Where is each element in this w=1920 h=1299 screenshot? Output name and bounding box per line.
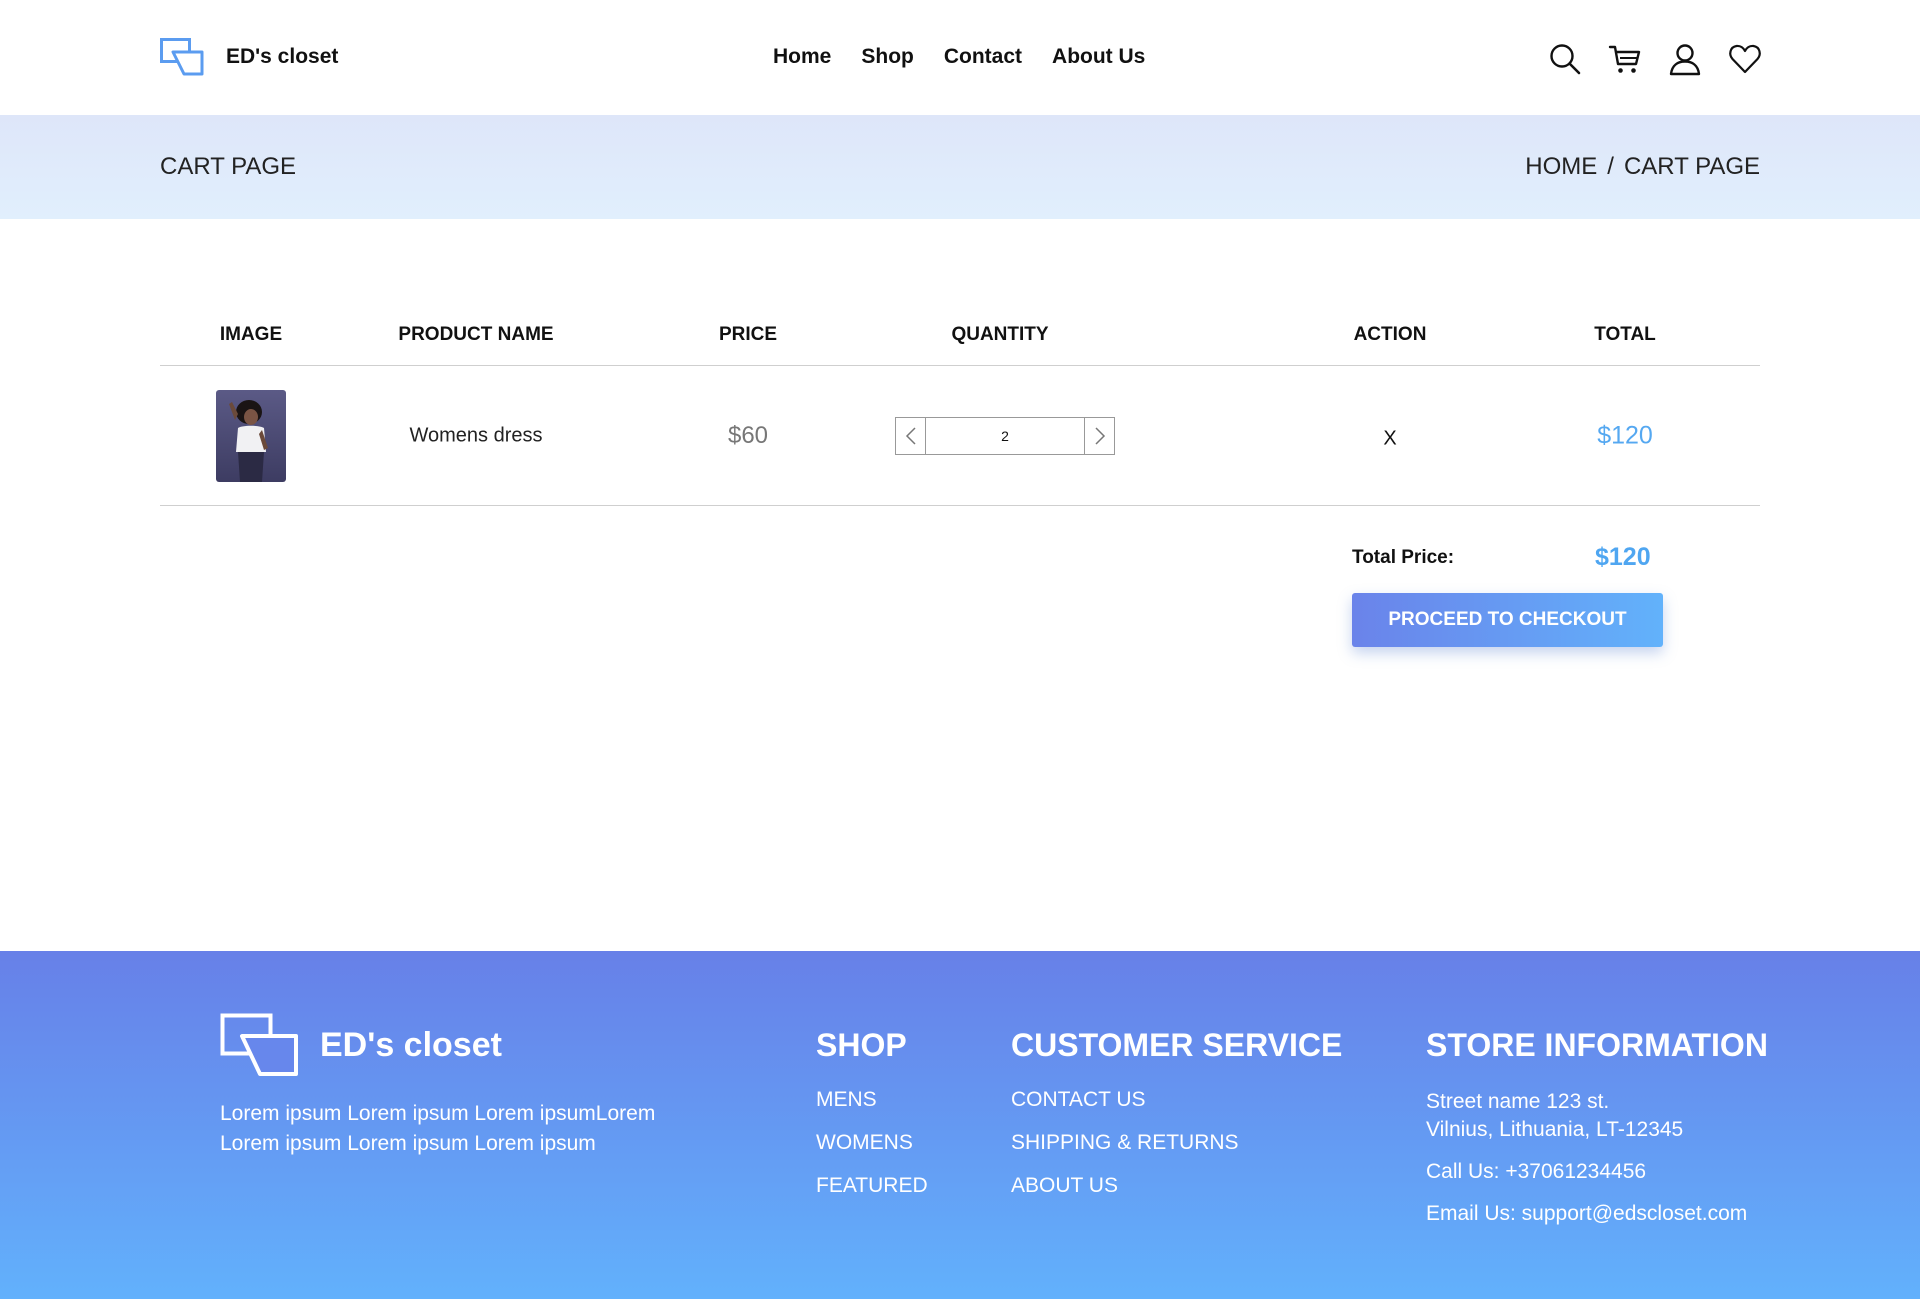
cart-icon[interactable] [1608, 42, 1642, 76]
site-footer: ED's closet Lorem ipsum Lorem ipsum Lore… [0, 951, 1920, 1299]
logo-icon [220, 1013, 298, 1076]
breadcrumb-current: CART PAGE [1623, 153, 1760, 180]
store-address-line: Vilnius, Lithuania, LT-12345 [1426, 1118, 1684, 1141]
column-header-price: PRICE [718, 324, 778, 345]
nav-contact[interactable]: Contact [944, 45, 1022, 69]
footer-brand-logo[interactable]: ED's closet [220, 1013, 502, 1077]
footer-store-heading: STORE INFORMATION [1426, 1027, 1768, 1063]
increase-quantity-button[interactable] [1085, 417, 1114, 454]
brand-name: ED's closet [226, 45, 339, 68]
footer-about-line: Lorem ipsum Lorem ipsum Lorem ipsum [220, 1132, 596, 1155]
column-header-quantity: QUANTITY [951, 324, 1049, 345]
decrease-quantity-button[interactable] [896, 417, 925, 454]
footer-service-column: CUSTOMER SERVICE CONTACT US SHIPPING & R… [1011, 1027, 1342, 1217]
column-header-action: ACTION [1353, 324, 1427, 345]
footer-shop-column: SHOP MENS WOMENS FEATURED [816, 1027, 928, 1217]
logo-icon [160, 38, 204, 76]
table-row: Womens dress $60 X $120 [160, 366, 1760, 506]
cart-table: IMAGE PRODUCT NAME PRICE QUANTITY ACTION… [160, 300, 1760, 506]
footer-link-shipping-returns[interactable]: SHIPPING & RETURNS [1011, 1131, 1342, 1154]
column-header-image: IMAGE [219, 324, 283, 345]
footer-about-text: Lorem ipsum Lorem ipsum Lorem ipsumLorem… [220, 1099, 690, 1159]
site-header: ED's closet Home Shop Contact About Us [0, 0, 1920, 115]
column-header-product: PRODUCT NAME [398, 324, 554, 345]
page-title-banner: CART PAGE HOME / CART PAGE [0, 115, 1920, 219]
proceed-to-checkout-button[interactable]: PROCEED TO CHECKOUT [1352, 593, 1663, 647]
breadcrumb: HOME / CART PAGE [1525, 153, 1760, 181]
nav-home[interactable]: Home [773, 45, 831, 69]
nav-shop[interactable]: Shop [861, 45, 914, 69]
product-image[interactable] [216, 389, 286, 482]
footer-about-line: Lorem ipsum Lorem ipsum Lorem ipsumLorem [220, 1102, 656, 1125]
chevron-left-icon [905, 426, 916, 445]
footer-link-featured[interactable]: FEATURED [816, 1174, 928, 1197]
footer-store-column: STORE INFORMATION Street name 123 st. Vi… [1426, 1027, 1768, 1242]
store-phone[interactable]: Call Us: +37061234456 [1426, 1158, 1768, 1186]
total-price-label: Total Price: [1352, 547, 1455, 568]
product-price: $60 [727, 421, 769, 449]
footer-link-womens[interactable]: WOMENS [816, 1131, 928, 1154]
breadcrumb-separator: / [1607, 153, 1614, 180]
footer-shop-heading: SHOP [816, 1027, 907, 1063]
column-header-total: TOTAL [1594, 324, 1656, 345]
chevron-right-icon [1094, 426, 1105, 445]
quantity-input[interactable] [925, 417, 1085, 454]
footer-link-mens[interactable]: MENS [816, 1088, 928, 1111]
store-address: Street name 123 st. Vilnius, Lithuania, … [1426, 1088, 1768, 1144]
footer-brand-name: ED's closet [320, 1025, 502, 1064]
remove-item-button[interactable]: X [1383, 427, 1396, 450]
brand-logo[interactable]: ED's closet [160, 38, 338, 76]
store-address-line: Street name 123 st. [1426, 1090, 1610, 1113]
table-header: IMAGE PRODUCT NAME PRICE QUANTITY ACTION… [160, 300, 1760, 366]
footer-link-about-us[interactable]: ABOUT US [1011, 1174, 1342, 1197]
product-name[interactable]: Womens dress [409, 424, 542, 447]
heart-icon[interactable] [1728, 42, 1762, 76]
page-title: CART PAGE [160, 153, 297, 180]
user-icon[interactable] [1668, 42, 1702, 76]
footer-link-contact-us[interactable]: CONTACT US [1011, 1088, 1342, 1111]
breadcrumb-home[interactable]: HOME [1525, 153, 1597, 181]
store-email[interactable]: Email Us: support@edscloset.com [1426, 1200, 1768, 1228]
quantity-stepper [895, 416, 1115, 455]
footer-service-heading: CUSTOMER SERVICE [1011, 1027, 1343, 1063]
main-nav: Home Shop Contact About Us [773, 45, 1175, 69]
header-actions [1548, 42, 1762, 76]
nav-about-us[interactable]: About Us [1052, 45, 1145, 69]
row-total: $120 [1597, 421, 1653, 449]
search-icon[interactable] [1548, 42, 1582, 76]
total-price-value: $120 [1595, 543, 1651, 571]
product-photo [216, 389, 286, 482]
